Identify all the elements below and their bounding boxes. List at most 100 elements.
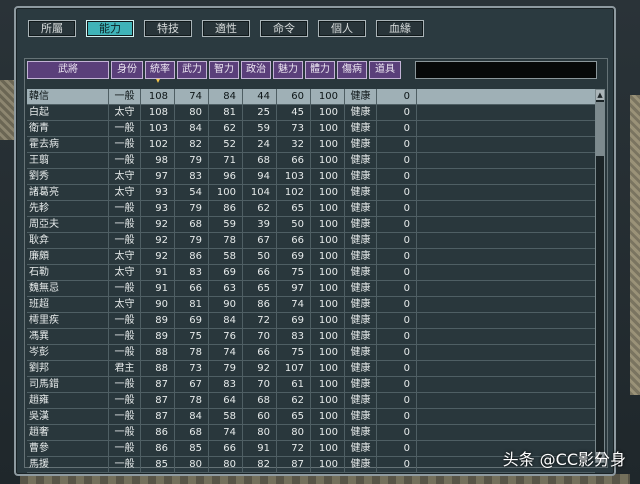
cell-charisma: 65 — [277, 409, 311, 424]
cell-war: 54 — [175, 185, 209, 200]
scrollbar[interactable]: ▲ ▼ — [595, 89, 605, 463]
cell-rank: 一般 — [109, 153, 141, 168]
cell-injury: 健康 — [345, 137, 377, 152]
cell-name: 魏無忌 — [27, 281, 109, 296]
tab-lineage[interactable]: 血緣 — [376, 20, 424, 37]
cell-war: 84 — [175, 409, 209, 424]
game-window: 所屬 能力 特技 適性 命令 個人 血緣 武將 身份 統率 ▾ 武力 智力 政治 魅力 體力 傷病 道具 韓信一… — [0, 0, 640, 484]
table-row[interactable]: 石勒 太守 91 83 69 66 75 100 健康 0 — [27, 265, 595, 281]
row-filler — [417, 313, 595, 328]
table-row[interactable]: 趙雍 一般 87 78 64 68 62 100 健康 0 — [27, 393, 595, 409]
tab-aptitude[interactable]: 適性 — [202, 20, 250, 37]
tab-ability[interactable]: 能力 — [86, 20, 134, 37]
cell-stamina: 100 — [311, 105, 345, 120]
scroll-thumb[interactable] — [596, 102, 604, 156]
cell-items: 0 — [377, 265, 417, 280]
cell-injury: 健康 — [345, 297, 377, 312]
table-row[interactable]: 周亞夫 一般 92 68 59 39 50 100 健康 0 — [27, 217, 595, 233]
cell-items: 0 — [377, 377, 417, 392]
row-filler — [417, 121, 595, 136]
cell-command: 91 — [141, 281, 175, 296]
cell-injury: 健康 — [345, 409, 377, 424]
header-rank[interactable]: 身份 — [111, 61, 143, 79]
header-war[interactable]: 武力 — [177, 61, 207, 79]
cell-intelligence: 71 — [209, 153, 243, 168]
header-label: 政治 — [246, 64, 266, 75]
table-row[interactable]: 白起 太守 108 80 81 25 45 100 健康 0 — [27, 105, 595, 121]
cell-command: 89 — [141, 313, 175, 328]
cell-charisma: 103 — [277, 169, 311, 184]
header-label: 體力 — [310, 64, 330, 75]
table-row[interactable]: 王翦 一般 98 79 71 68 66 100 健康 0 — [27, 153, 595, 169]
cell-rank: 一般 — [109, 409, 141, 424]
table-row[interactable]: 馮異 一般 89 75 76 70 83 100 健康 0 — [27, 329, 595, 345]
cell-items: 0 — [377, 329, 417, 344]
cell-war: 66 — [175, 281, 209, 296]
tab-affiliation[interactable]: 所屬 — [28, 20, 76, 37]
cell-charisma: 66 — [277, 233, 311, 248]
cell-command: 93 — [141, 201, 175, 216]
scroll-up-icon[interactable]: ▲ — [596, 90, 604, 100]
cell-war: 73 — [175, 361, 209, 376]
table-row[interactable]: 耿弇 一般 92 79 78 67 66 100 健康 0 — [27, 233, 595, 249]
tab-skills[interactable]: 特技 — [144, 20, 192, 37]
cell-charisma: 32 — [277, 137, 311, 152]
header-name[interactable]: 武將 — [27, 61, 109, 79]
table-row[interactable]: 廉頗 太守 92 86 58 50 69 100 健康 0 — [27, 249, 595, 265]
cell-war: 78 — [175, 393, 209, 408]
table-row[interactable]: 樗里疾 一般 89 69 84 72 69 100 健康 0 — [27, 313, 595, 329]
cell-intelligence: 80 — [209, 457, 243, 472]
cell-items: 0 — [377, 361, 417, 376]
cell-intelligence: 81 — [209, 105, 243, 120]
cell-politics: 82 — [243, 457, 277, 472]
row-filler — [417, 393, 595, 408]
header-command[interactable]: 統率 ▾ — [145, 61, 175, 85]
row-filler — [417, 137, 595, 152]
table-row[interactable]: 先軫 一般 93 79 86 62 65 100 健康 0 — [27, 201, 595, 217]
header-injury[interactable]: 傷病 — [337, 61, 367, 79]
cell-items: 0 — [377, 89, 417, 104]
table-row[interactable]: 趙奢 一般 86 68 74 80 80 100 健康 0 — [27, 425, 595, 441]
cell-injury: 健康 — [345, 441, 377, 456]
cell-name: 司馬錯 — [27, 377, 109, 392]
header-intelligence[interactable]: 智力 — [209, 61, 239, 79]
table-row[interactable]: 諸葛亮 太守 93 54 100 104 102 100 健康 0 — [27, 185, 595, 201]
cell-war: 69 — [175, 313, 209, 328]
table-row[interactable]: 岑彭 一般 88 78 74 66 75 100 健康 0 — [27, 345, 595, 361]
header-items[interactable]: 道具 — [369, 61, 401, 79]
cell-war: 83 — [175, 265, 209, 280]
category-tabs: 所屬 能力 特技 適性 命令 個人 血緣 — [28, 20, 434, 37]
header-stamina[interactable]: 體力 — [305, 61, 335, 79]
cell-politics: 39 — [243, 217, 277, 232]
table-row[interactable]: 吳漢 一般 87 84 58 60 65 100 健康 0 — [27, 409, 595, 425]
cell-stamina: 100 — [311, 345, 345, 360]
cell-command: 92 — [141, 217, 175, 232]
header-label: 身份 — [117, 64, 137, 75]
cell-name: 韓信 — [27, 89, 109, 104]
table-row[interactable]: 魏無忌 一般 91 66 63 65 97 100 健康 0 — [27, 281, 595, 297]
cell-politics: 50 — [243, 249, 277, 264]
cell-politics: 86 — [243, 297, 277, 312]
table-row[interactable]: 劉邦 君主 88 73 79 92 107 100 健康 0 — [27, 361, 595, 377]
table-row[interactable]: 韓信 一般 108 74 84 44 60 100 健康 0 — [27, 89, 595, 105]
cell-charisma: 62 — [277, 393, 311, 408]
cell-name: 趙奢 — [27, 425, 109, 440]
table-row[interactable]: 班超 太守 90 81 90 86 74 100 健康 0 — [27, 297, 595, 313]
cell-politics: 62 — [243, 201, 277, 216]
table-row[interactable]: 劉秀 太守 97 83 96 94 103 100 健康 0 — [27, 169, 595, 185]
tab-personal[interactable]: 個人 — [318, 20, 366, 37]
cell-intelligence: 78 — [209, 233, 243, 248]
row-filler — [417, 169, 595, 184]
cell-charisma: 61 — [277, 377, 311, 392]
table-row[interactable]: 衛青 一般 103 84 62 59 73 100 健康 0 — [27, 121, 595, 137]
cell-politics: 68 — [243, 393, 277, 408]
header-politics[interactable]: 政治 — [241, 61, 271, 79]
header-charisma[interactable]: 魅力 — [273, 61, 303, 79]
table-row[interactable]: 司馬錯 一般 87 67 83 70 61 100 健康 0 — [27, 377, 595, 393]
cell-war: 80 — [175, 105, 209, 120]
cell-items: 0 — [377, 121, 417, 136]
cell-injury: 健康 — [345, 265, 377, 280]
cell-war: 79 — [175, 233, 209, 248]
tab-command[interactable]: 命令 — [260, 20, 308, 37]
table-row[interactable]: 霍去病 一般 102 82 52 24 32 100 健康 0 — [27, 137, 595, 153]
